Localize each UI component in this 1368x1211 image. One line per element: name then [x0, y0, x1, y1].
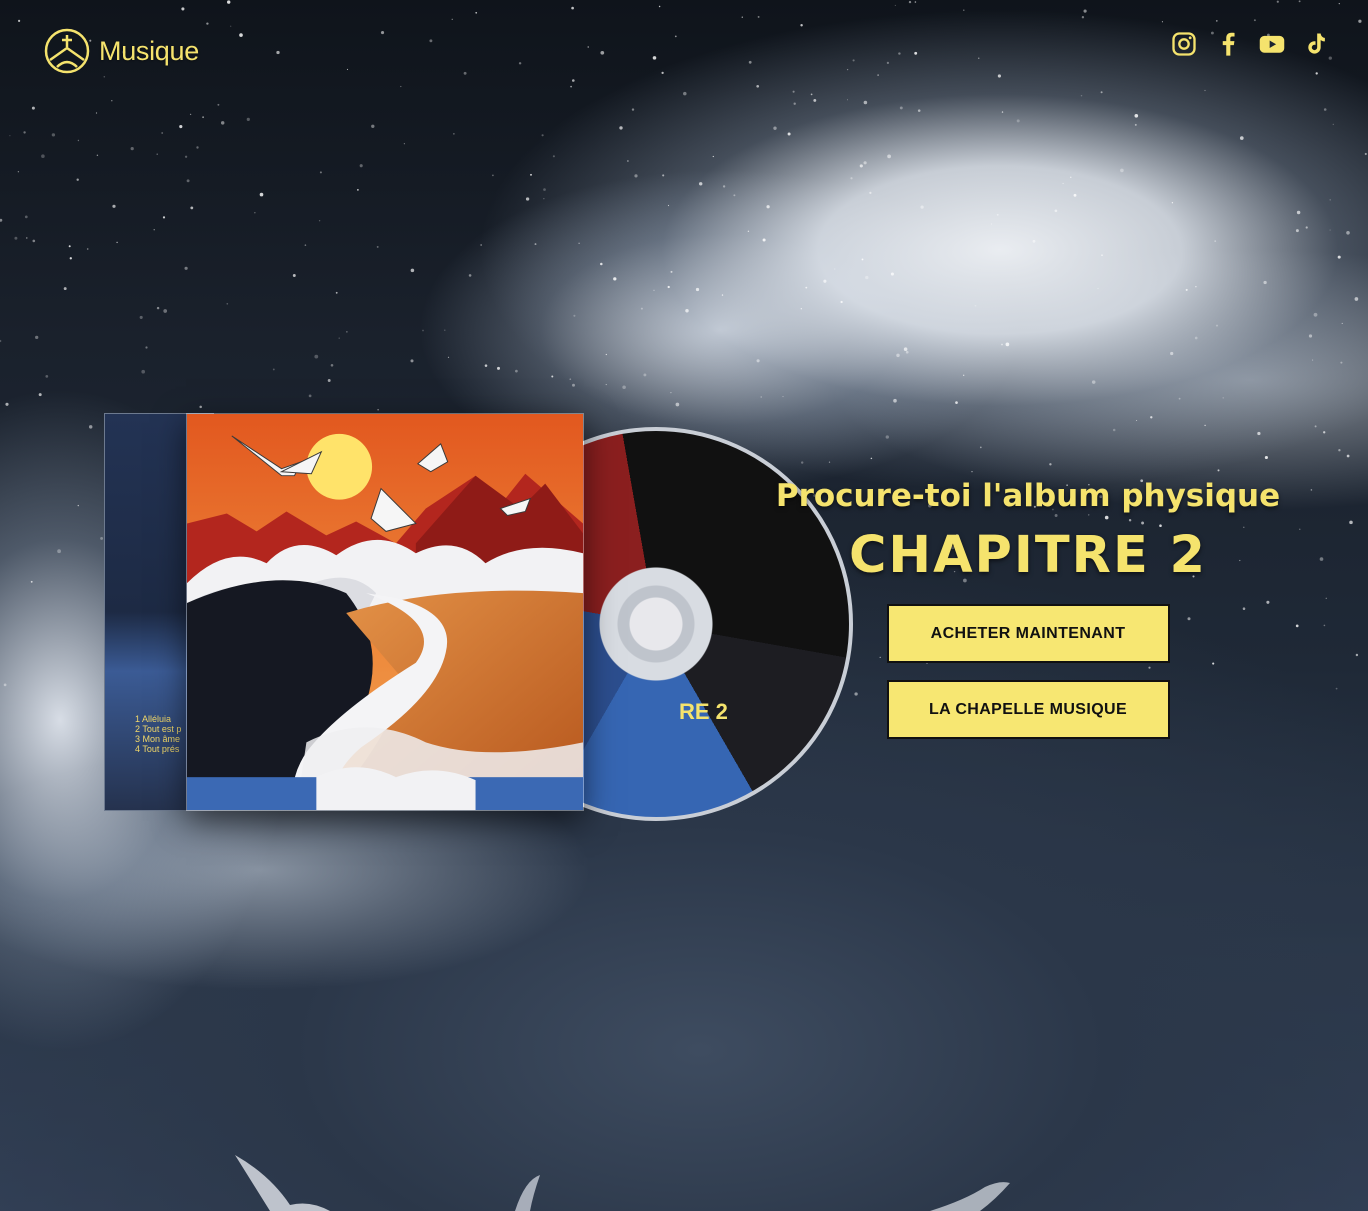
track-item: 4 Tout prés — [135, 744, 180, 754]
social-links — [1170, 30, 1330, 58]
seagull-decoration — [515, 1175, 540, 1211]
hero-subtitle: Procure-toi l'album physique — [775, 478, 1281, 514]
youtube-link[interactable] — [1258, 30, 1286, 58]
buy-now-button[interactable]: ACHETER MAINTENANT — [886, 604, 1170, 663]
album-cover — [186, 413, 584, 811]
album-product-image: RE 2 1 Alléluia 2 Tout est p 3 Mon âme 4… — [104, 413, 853, 821]
track-item: 2 Tout est p — [135, 724, 182, 734]
facebook-link[interactable] — [1214, 30, 1242, 58]
facebook-icon — [1222, 32, 1235, 56]
youtube-icon — [1259, 35, 1285, 53]
back-tracklist: 1 Alléluia 2 Tout est p 3 Mon âme 4 Tout… — [135, 714, 181, 754]
instagram-icon — [1172, 32, 1196, 56]
tiktok-icon — [1308, 33, 1325, 54]
album-cover-art — [187, 414, 583, 810]
album-title: CHAPITRE 2 — [848, 526, 1208, 585]
chapelle-logo-icon — [44, 28, 90, 74]
seagull-decoration — [235, 1155, 330, 1211]
instagram-link[interactable] — [1170, 30, 1198, 58]
seagull-decoration — [930, 1182, 1010, 1211]
chapelle-musique-button[interactable]: LA CHAPELLE MUSIQUE — [886, 680, 1170, 739]
track-item: 3 Mon âme — [135, 734, 181, 744]
disc-title-label: RE 2 — [679, 699, 728, 724]
hero-section: Procure-toi l'album physique CHAPITRE 2 … — [728, 478, 1328, 739]
brand-name: Musique — [99, 35, 199, 66]
track-item: 1 Alléluia — [135, 714, 172, 724]
tiktok-link[interactable] — [1302, 30, 1330, 58]
brand-logo[interactable]: Musique — [43, 27, 199, 75]
